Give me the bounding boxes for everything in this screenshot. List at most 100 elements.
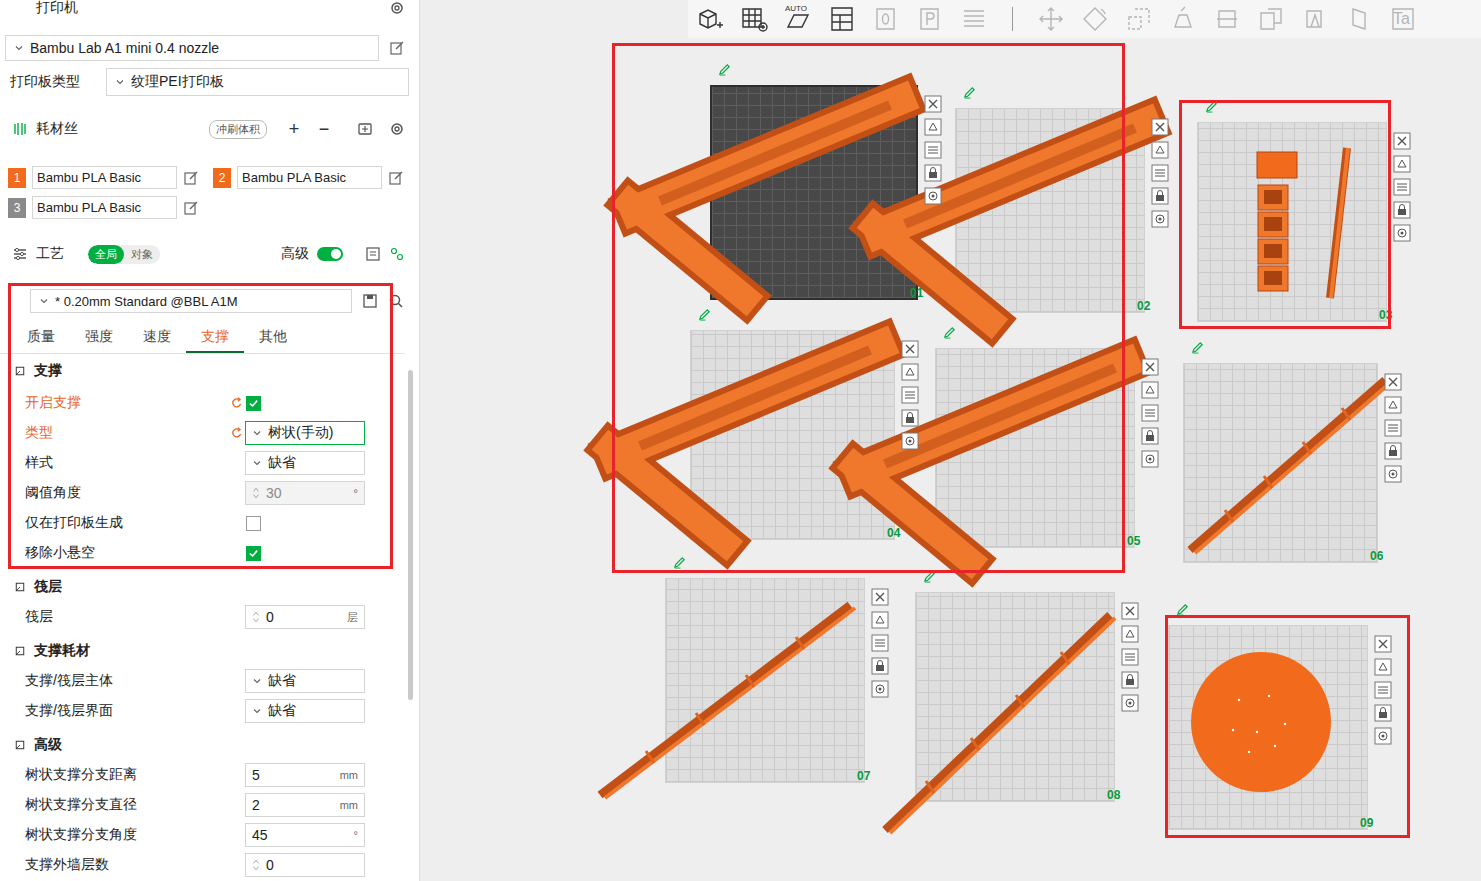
scale-button[interactable] [1125,5,1153,33]
gear-icon[interactable] [389,0,405,16]
build-plate[interactable] [665,578,865,783]
rename-plate-icon[interactable] [698,308,711,321]
close-icon[interactable] [1151,118,1169,136]
process-tab[interactable]: 其他 [244,322,302,353]
orient-plate-icon[interactable] [871,634,889,652]
lock-icon[interactable] [901,409,919,427]
close-icon[interactable] [871,588,889,606]
setting-input[interactable]: 2mm [245,793,365,817]
model[interactable] [600,605,855,798]
build-plate[interactable] [1183,363,1378,563]
model[interactable] [610,345,880,543]
arrange-plate-icon[interactable] [871,611,889,629]
rename-plate-icon[interactable] [673,556,686,569]
arrange-plate-icon[interactable] [1384,396,1402,414]
build-plate[interactable] [690,330,895,540]
search-icon[interactable] [388,293,404,309]
preset-select[interactable]: * 0.20mm Standard @BBL A1M [30,289,352,313]
3d-viewport[interactable]: AUTOTa010203040506070809 [420,0,1481,881]
orient-plate-icon[interactable] [1384,419,1402,437]
reset-icon[interactable] [230,426,244,440]
build-plate[interactable] [1168,625,1368,830]
setting-spin[interactable]: 30° [245,481,365,505]
process-tab[interactable]: 支撑 [186,322,244,353]
process-tab[interactable]: 强度 [70,322,128,353]
remove-filament-button[interactable]: − [313,119,335,140]
plate-p-button[interactable] [916,5,944,33]
rename-plate-icon[interactable] [963,86,976,99]
lock-icon[interactable] [871,657,889,675]
advanced-switch[interactable] [317,247,343,261]
setting-select[interactable]: 缺省 [245,451,365,475]
close-icon[interactable] [1141,358,1159,376]
filament-item[interactable]: 2Bambu PLA Basic [213,164,418,191]
paint-button[interactable] [1301,5,1329,33]
arrange-plate-icon[interactable] [1374,658,1392,676]
filament-item[interactable]: 3Bambu PLA Basic [8,194,213,221]
lock-icon[interactable] [1151,187,1169,205]
list-icon[interactable] [365,246,381,262]
gear-icon[interactable] [389,121,405,137]
boolean-button[interactable] [1257,5,1285,33]
edit-icon[interactable] [183,200,199,216]
edit-icon[interactable] [183,170,199,186]
plate-settings-icon[interactable] [871,680,889,698]
lock-icon[interactable] [1121,671,1139,689]
seam-button[interactable] [1345,5,1373,33]
setting-input[interactable]: 45° [245,823,365,847]
sync-icon[interactable] [357,121,373,137]
rename-plate-icon[interactable] [718,63,731,76]
setting-input[interactable]: 5mm [245,763,365,787]
arrange-plate-icon[interactable] [901,363,919,381]
plate-settings-icon[interactable] [1121,694,1139,712]
layers-button[interactable] [960,5,988,33]
plate-o-button[interactable] [872,5,900,33]
model[interactable] [875,123,1145,321]
lock-icon[interactable] [1384,442,1402,460]
build-plate[interactable] [710,85,918,300]
build-plate[interactable] [915,592,1115,802]
lay-face-button[interactable] [1169,5,1197,33]
scope-toggle[interactable]: 全局对象 [88,245,160,264]
lock-icon[interactable] [1393,201,1411,219]
save-icon[interactable] [362,293,378,309]
model[interactable] [630,100,900,298]
rotate-button[interactable] [1081,5,1109,33]
compare-icon[interactable] [389,246,405,262]
filament-item[interactable]: 1Bambu PLA Basic [8,164,213,191]
close-icon[interactable] [1121,602,1139,620]
rename-plate-icon[interactable] [923,570,936,583]
arrange-plate-icon[interactable] [1121,625,1139,643]
printer-select[interactable]: Bambu Lab A1 mini 0.4 nozzle [5,35,379,61]
arrange-plate-icon[interactable] [924,118,942,136]
scope-option[interactable]: 对象 [124,245,160,264]
plate-settings-icon[interactable] [924,187,942,205]
flush-volume-button[interactable]: 冲刷体积 [209,120,267,139]
arrange-plate-icon[interactable] [1393,155,1411,173]
lock-icon[interactable] [1374,704,1392,722]
orient-plate-icon[interactable] [1121,648,1139,666]
arrange-plate-icon[interactable] [1141,381,1159,399]
text-button[interactable]: Ta [1389,5,1417,33]
filament-name[interactable]: Bambu PLA Basic [32,196,177,219]
rename-plate-icon[interactable] [1191,341,1204,354]
lock-icon[interactable] [924,164,942,182]
arrange-plate-icon[interactable] [1151,141,1169,159]
add-plate-button[interactable] [696,5,724,33]
setting-select[interactable]: 缺省 [245,699,365,723]
plate-settings-icon[interactable] [1141,450,1159,468]
close-icon[interactable] [1374,635,1392,653]
setting-checkbox[interactable] [246,516,261,531]
reset-icon[interactable] [230,396,244,410]
build-plate[interactable] [955,108,1145,313]
add-filament-button[interactable]: + [283,119,305,140]
filament-name[interactable]: Bambu PLA Basic [237,166,382,189]
edit-icon[interactable] [389,40,405,56]
close-icon[interactable] [924,95,942,113]
plate-settings-icon[interactable] [1374,727,1392,745]
orient-plate-icon[interactable] [1393,178,1411,196]
setting-select[interactable]: 缺省 [245,669,365,693]
spin-arrows-icon[interactable] [252,609,260,625]
plate-settings-icon[interactable] [1151,210,1169,228]
orient-plate-icon[interactable] [1374,681,1392,699]
